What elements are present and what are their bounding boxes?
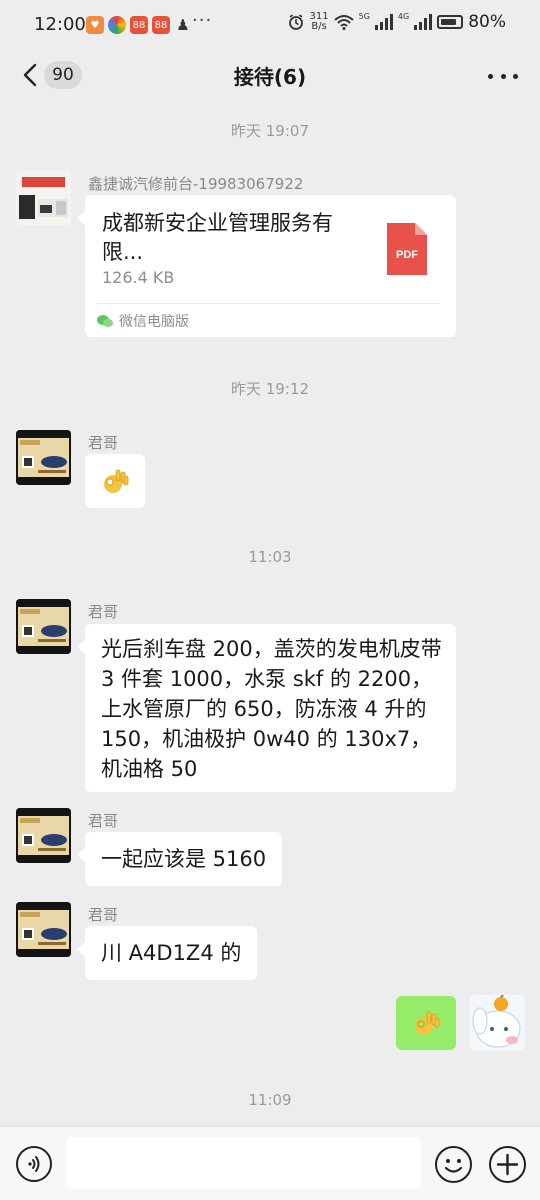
avatar[interactable] bbox=[16, 902, 71, 957]
plus-icon bbox=[496, 1153, 519, 1176]
file-size: 126.4 KB bbox=[102, 268, 175, 287]
network-5g-label: 5G bbox=[358, 12, 370, 21]
message-timestamp: 11:09 bbox=[248, 1091, 292, 1109]
file-name: 成都新安企业管理服务有限... bbox=[102, 211, 333, 264]
status-bar: 12:00 ♥ 88 88 ♟ ··· 311 B/s 5G 4G 80% bbox=[0, 0, 540, 50]
chat-header: 90 接待(6) bbox=[0, 50, 540, 102]
unread-count-badge[interactable]: 90 bbox=[44, 61, 82, 89]
message-timestamp: 昨天 19:12 bbox=[231, 380, 309, 398]
qq-icon: ♟ bbox=[176, 16, 190, 34]
input-bar bbox=[0, 1126, 540, 1200]
notification-icons: ♥ 88 88 ♟ bbox=[86, 16, 192, 34]
file-source-label: 微信电脑版 bbox=[119, 314, 189, 330]
app-notification-icon: ♥ bbox=[86, 16, 104, 34]
battery-icon bbox=[437, 15, 464, 29]
self-avatar[interactable] bbox=[470, 995, 525, 1050]
message-timestamp: 昨天 19:07 bbox=[231, 122, 309, 140]
alarm-icon bbox=[288, 14, 303, 30]
emoji-icon bbox=[444, 1159, 463, 1173]
pdf-label: PDF bbox=[396, 249, 418, 261]
avatar[interactable] bbox=[16, 808, 71, 863]
avatar-image bbox=[16, 808, 71, 863]
sender-name: 君哥 bbox=[88, 603, 119, 621]
file-source: 微信电脑版 bbox=[97, 311, 189, 331]
ok-hand-icon bbox=[104, 469, 129, 493]
avatar-image bbox=[16, 430, 71, 485]
sticker-bubble[interactable] bbox=[85, 454, 145, 508]
ok-hand-icon bbox=[415, 1011, 440, 1035]
avatar[interactable] bbox=[16, 430, 71, 485]
signal-icon bbox=[374, 14, 393, 30]
plus-button[interactable] bbox=[489, 1146, 526, 1183]
avatar[interactable] bbox=[16, 171, 71, 226]
sticker-bubble-self[interactable] bbox=[396, 996, 456, 1050]
back-icon[interactable] bbox=[20, 62, 42, 88]
sender-name: 君哥 bbox=[88, 434, 119, 452]
sender-name: 君哥 bbox=[88, 812, 119, 830]
message-timestamp: 11:03 bbox=[248, 548, 292, 566]
avatar[interactable] bbox=[16, 599, 71, 654]
network-4g-label: 4G bbox=[397, 12, 410, 21]
avatar-image bbox=[470, 995, 525, 1050]
app-notification-icon: 88 bbox=[130, 16, 148, 34]
divider bbox=[97, 303, 440, 304]
signal-icon bbox=[414, 14, 433, 30]
app-notification-icon: 88 bbox=[152, 16, 170, 34]
wechat-icon bbox=[97, 315, 113, 327]
more-notifications-icon: ··· bbox=[192, 10, 213, 31]
voice-icon bbox=[28, 1156, 40, 1172]
avatar-image bbox=[16, 902, 71, 957]
status-indicators: 311 B/s 5G 4G 80% bbox=[287, 12, 506, 32]
status-time: 12:00 bbox=[34, 14, 86, 35]
emoji-button[interactable] bbox=[435, 1146, 472, 1183]
message-input[interactable] bbox=[66, 1137, 421, 1189]
voice-button[interactable] bbox=[16, 1146, 52, 1182]
message-bubble[interactable]: 川 A4D1Z4 的 bbox=[76, 926, 258, 980]
more-icon[interactable] bbox=[488, 64, 518, 88]
wifi-icon bbox=[333, 15, 354, 30]
sender-name: 君哥 bbox=[88, 906, 119, 924]
app-notification-icon bbox=[108, 16, 126, 34]
battery-percent: 80% bbox=[468, 12, 506, 32]
pdf-icon: PDF bbox=[387, 223, 427, 275]
file-message-card[interactable]: 成都新安企业管理服务有限... 126.4 KB PDF 微信电脑版 bbox=[77, 195, 456, 337]
avatar-image bbox=[16, 599, 71, 654]
avatar-image bbox=[16, 171, 71, 226]
sender-name: 鑫捷诚汽修前台-19983067922 bbox=[88, 175, 304, 193]
message-bubble[interactable]: 光后刹车盘 200，盖茨的发电机皮带 3 件套 1000，水泵 skf 的 22… bbox=[77, 624, 456, 792]
message-bubble[interactable]: 一起应该是 5160 bbox=[76, 832, 283, 886]
network-speed: 311 B/s bbox=[309, 11, 329, 32]
